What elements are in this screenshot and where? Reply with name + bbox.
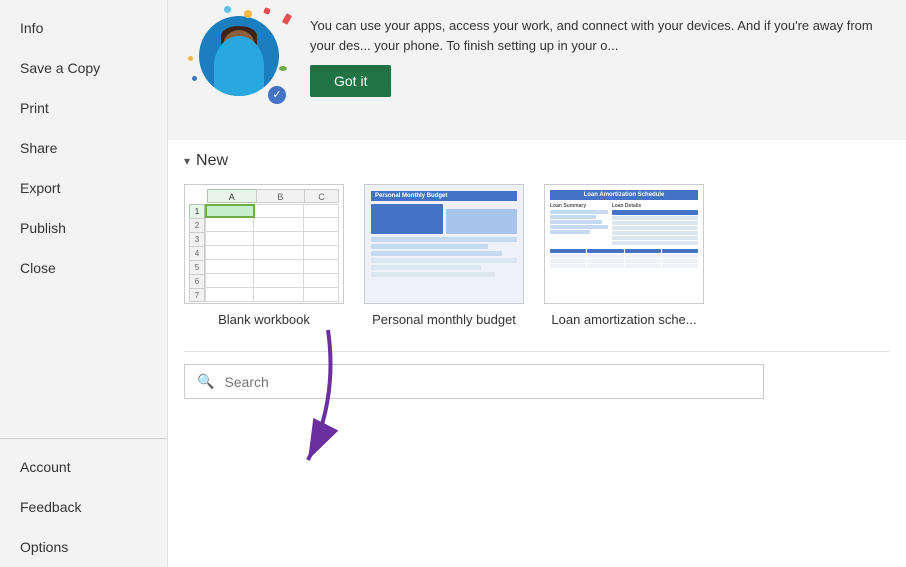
sidebar-item-publish[interactable]: Publish bbox=[0, 208, 167, 248]
sidebar-item-options[interactable]: Options bbox=[0, 527, 167, 567]
loan-amortization-thumbnail: Loan Amortization Schedule Loan Summary … bbox=[544, 184, 704, 304]
search-bar-container[interactable]: 🔍 bbox=[184, 364, 764, 399]
new-section-header: ▾ New bbox=[184, 152, 882, 170]
template-loan-amortization[interactable]: Loan Amortization Schedule Loan Summary … bbox=[544, 184, 704, 327]
sidebar: Info Save a Copy Print Share Export Publ… bbox=[0, 0, 168, 567]
new-section: ▾ New A B C 1 2 3 4 5 bbox=[168, 140, 906, 343]
template-personal-budget[interactable]: Personal Monthly Budget Personal monthly… bbox=[364, 184, 524, 327]
personal-budget-thumbnail: Personal Monthly Budget bbox=[364, 184, 524, 304]
personal-budget-label: Personal monthly budget bbox=[372, 312, 516, 327]
got-it-button[interactable]: Got it bbox=[310, 65, 391, 97]
sidebar-item-close[interactable]: Close bbox=[0, 248, 167, 288]
search-icon: 🔍 bbox=[197, 373, 214, 390]
chevron-down-icon: ▾ bbox=[184, 154, 190, 168]
notification-text: You can use your apps, access your work,… bbox=[310, 16, 882, 55]
sidebar-item-share[interactable]: Share bbox=[0, 128, 167, 168]
notification-banner: ✓ You can use your apps, access your wor… bbox=[168, 0, 906, 140]
arrow-pointer bbox=[268, 320, 388, 480]
notification-text-area: You can use your apps, access your work,… bbox=[310, 16, 882, 97]
sidebar-item-feedback[interactable]: Feedback bbox=[0, 487, 167, 527]
section-divider bbox=[184, 351, 890, 352]
search-area: 🔍 bbox=[168, 364, 906, 399]
arrow-overlay bbox=[268, 320, 388, 485]
search-input[interactable] bbox=[224, 374, 751, 390]
sidebar-item-account[interactable]: Account bbox=[0, 447, 167, 487]
new-section-title: New bbox=[196, 152, 228, 170]
sidebar-item-info[interactable]: Info bbox=[0, 8, 167, 48]
sidebar-item-save-copy[interactable]: Save a Copy bbox=[0, 48, 167, 88]
main-content: ✓ You can use your apps, access your wor… bbox=[168, 0, 906, 567]
template-blank-workbook[interactable]: A B C 1 2 3 4 5 6 7 Blank workbook bbox=[184, 184, 344, 327]
blank-workbook-label: Blank workbook bbox=[218, 312, 310, 327]
notification-illustration: ✓ bbox=[184, 6, 294, 116]
blank-workbook-thumbnail: A B C 1 2 3 4 5 6 7 bbox=[184, 184, 344, 304]
templates-row: A B C 1 2 3 4 5 6 7 Blank workbook bbox=[184, 184, 882, 327]
loan-amortization-label: Loan amortization sche... bbox=[551, 312, 696, 327]
sidebar-item-print[interactable]: Print bbox=[0, 88, 167, 128]
sidebar-item-export[interactable]: Export bbox=[0, 168, 167, 208]
sidebar-bottom: Account Feedback Options bbox=[0, 438, 167, 567]
